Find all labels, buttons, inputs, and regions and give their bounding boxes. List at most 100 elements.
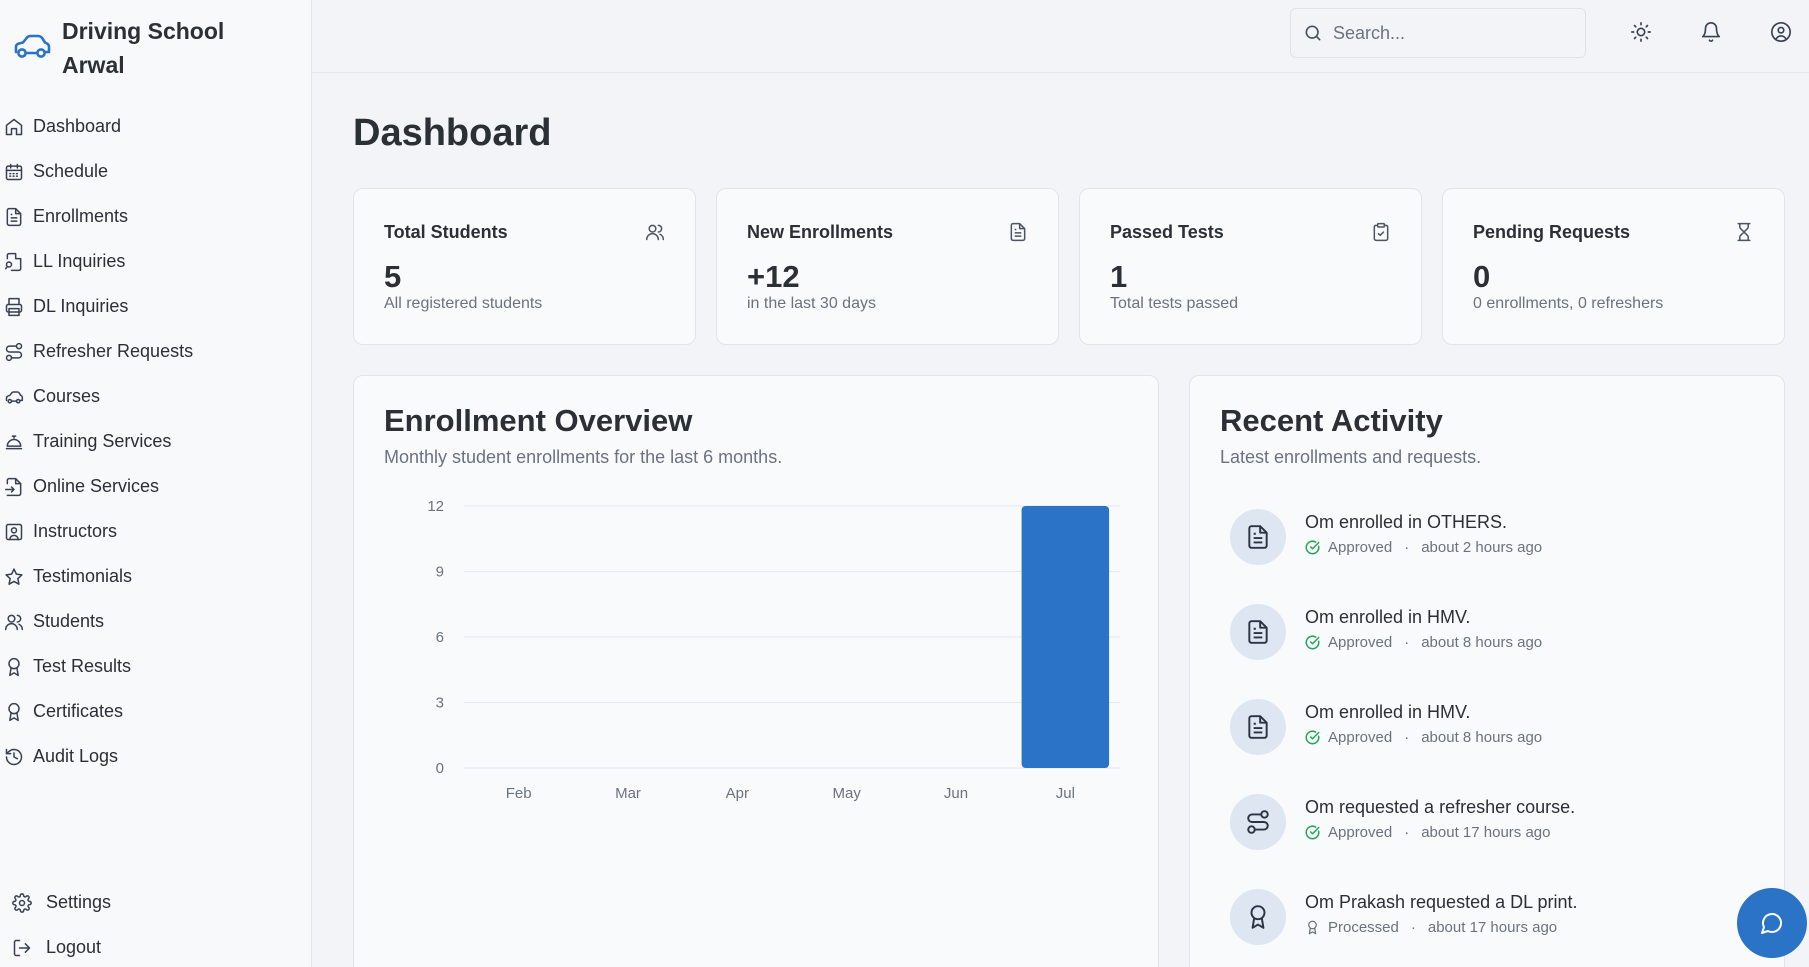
activity-title: Om enrolled in HMV. [1305,607,1471,627]
sidebar-item-label: Courses [33,386,101,406]
enrollment-overview-panel: Enrollment Overview Monthly student enro… [353,375,1159,967]
activity-avatar [1230,699,1286,755]
sidebar-item-ll-inquiries[interactable]: LL Inquiries [0,239,311,284]
car-icon [14,34,51,58]
logout-icon [13,939,31,956]
sidebar-item-settings[interactable]: Settings [0,880,311,925]
activity-item[interactable]: Om Prakash requested a DL print. Process… [1230,889,1680,945]
activity-time: about 8 hours ago [1421,729,1543,746]
x-tick-label: Feb [506,785,532,802]
sidebar-item-label: Enrollments [33,206,129,226]
sidebar-item-label: Online Services [33,476,160,496]
stat-subtitle: in the last 30 days [747,295,876,312]
sidebar-item-label: Logout [46,937,102,957]
sidebar-item-label: Students [33,611,105,631]
sidebar-item-instructors[interactable]: Instructors [0,509,311,554]
bell-icon[interactable] [1700,21,1722,43]
sidebar-item-logout[interactable]: Logout [0,925,311,967]
file-text-icon [1248,525,1268,549]
stat-card-passed-tests: Passed Tests 1 Total tests passed [1079,188,1422,345]
message-circle-icon [1761,913,1782,934]
stat-card-total-students: Total Students 5 All registered students [353,188,696,345]
route-icon [1247,810,1269,834]
separator-dot: · [1404,729,1410,746]
stat-title: Total Students [384,222,508,242]
x-tick-label: Jul [1056,785,1075,802]
enrollment-bar-chart: 0 3 6 9 12 Feb Mar Apr May Jun Jul [427,498,1120,802]
stat-card-pending-requests: Pending Requests 0 0 enrollments, 0 refr… [1442,188,1785,345]
sidebar-item-label: Dashboard [33,116,122,136]
activity-item[interactable]: Om enrolled in OTHERS. Approved · about … [1230,509,1680,565]
activity-meta: Approved · about 8 hours ago [1305,729,1542,746]
sidebar-item-testimonials[interactable]: Testimonials [0,554,311,599]
sidebar-item-label: DL Inquiries [33,296,129,316]
clipboard-check-icon [1373,222,1389,242]
sidebar-item-label: Settings [46,892,112,912]
x-tick-label: Jun [944,785,968,802]
sidebar-item-students[interactable]: Students [0,599,311,644]
award-icon [1250,905,1266,929]
sidebar-item-label: Test Results [33,656,132,676]
x-tick-label: May [832,785,861,802]
sidebar-item-label: Certificates [33,701,124,721]
activity-time: about 2 hours ago [1421,539,1543,556]
activity-avatar [1230,889,1286,945]
activity-avatar [1230,794,1286,850]
sidebar-item-dashboard[interactable]: Dashboard [0,104,311,149]
activity-item[interactable]: Om enrolled in HMV. Approved · about 8 h… [1230,604,1680,660]
home-icon [5,118,23,135]
history-icon [5,748,23,765]
activity-item[interactable]: Om enrolled in HMV. Approved · about 8 h… [1230,699,1680,755]
sidebar-item-test-results[interactable]: Test Results [0,644,311,689]
y-tick-label: 6 [436,629,444,646]
activity-status: Processed [1328,919,1399,936]
activity-status: Approved [1328,634,1393,651]
activity-item[interactable]: Om requested a refresher course. Approve… [1230,794,1680,850]
chat-button[interactable] [1737,888,1807,958]
sidebar-item-refresher-requests[interactable]: Refresher Requests [0,329,311,374]
file-text-icon [6,207,22,226]
sidebar-item-enrollments[interactable]: Enrollments [0,194,311,239]
activity-time: about 17 hours ago [1427,919,1558,936]
stat-title: New Enrollments [747,222,894,242]
activity-meta: Approved · about 2 hours ago [1305,539,1542,556]
sidebar-item-certificates[interactable]: Certificates [0,689,311,734]
file-search-icon [4,252,22,271]
sidebar-item-online-services[interactable]: Online Services [0,464,311,509]
panel-subtitle: Latest enrollments and requests. [1220,447,1482,467]
users-icon [4,614,24,630]
sidebar-item-label: Refresher Requests [33,341,194,361]
stat-value: 5 [384,259,402,294]
search-box[interactable] [1290,8,1586,58]
sidebar-item-training-services[interactable]: Training Services [0,419,311,464]
activity-time: about 8 hours ago [1421,634,1543,651]
user-circle-icon[interactable] [1770,21,1792,43]
sidebar-item-dl-inquiries[interactable]: DL Inquiries [0,284,311,329]
stat-subtitle: 0 enrollments, 0 refreshers [1473,295,1664,312]
activity-avatar [1230,509,1286,565]
hourglass-icon [1737,222,1751,242]
activity-title: Om Prakash requested a DL print. [1305,892,1578,912]
search-input[interactable] [1333,22,1573,44]
sidebar-item-audit-logs[interactable]: Audit Logs [0,734,311,779]
activity-title: Om enrolled in HMV. [1305,702,1471,722]
recent-activity-panel: Recent Activity Latest enrollments and r… [1189,375,1785,967]
activity-avatar [1230,604,1286,660]
stat-value: 1 [1110,259,1128,294]
stat-title: Pending Requests [1473,222,1631,242]
activity-status: Approved [1328,824,1393,841]
check-circle-icon [1305,540,1320,555]
top-header [312,0,1809,73]
sidebar: Driving School Arwal Dashboard Schedule … [0,0,312,967]
stat-value: 0 [1473,259,1491,294]
sidebar-item-schedule[interactable]: Schedule [0,149,311,194]
sun-icon[interactable] [1630,21,1652,43]
sidebar-item-label: Audit Logs [33,746,119,766]
sidebar-item-courses[interactable]: Courses [0,374,311,419]
brand[interactable]: Driving School Arwal [12,14,262,82]
sidebar-bottom: Settings Logout [0,880,311,967]
award-icon [8,657,20,676]
sidebar-item-label: Instructors [33,521,118,541]
award-icon [8,702,20,721]
activity-title: Om requested a refresher course. [1305,797,1576,817]
